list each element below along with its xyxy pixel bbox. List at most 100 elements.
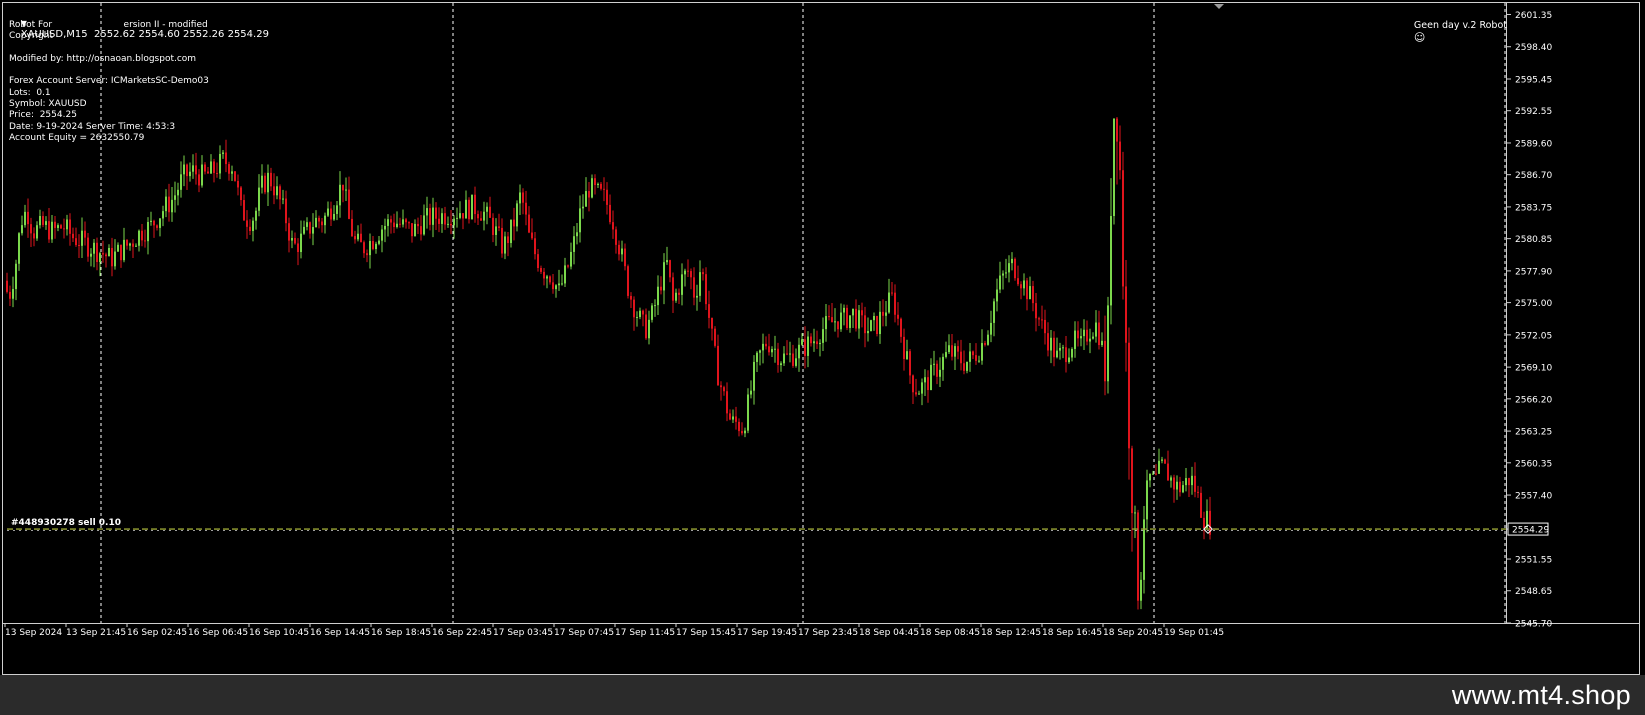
candle-body [1014,258,1016,279]
candle-body [1149,473,1151,481]
candle-body [1137,512,1139,601]
candle-body [834,321,836,323]
candle-body [66,219,68,230]
candle-body [666,260,668,263]
y-tick-label: 2566.20 [1515,395,1552,405]
candle-body [669,260,671,278]
candle-body [603,188,605,190]
candle-body [1128,342,1130,449]
candle-body [501,227,503,254]
candle-body [1188,478,1190,486]
chart-shift-marker-icon[interactable] [1214,4,1224,9]
price-chart[interactable]: 2601.35 2598.40 2595.45 2592.55 2589.60 2586.… [3,3,1639,674]
candle-body [273,186,275,196]
candle-body [759,350,761,353]
candle-body [645,314,647,339]
candle-body [291,237,293,241]
candle-body [1071,348,1073,358]
candle-body [408,222,410,224]
candle-body [855,308,857,329]
candle-body [366,253,368,256]
candle-body [405,219,407,223]
y-tick-label: 2598.40 [1515,43,1552,53]
candle-body [1113,118,1115,217]
candle-body [1107,305,1109,382]
candle-body [390,219,392,223]
candle-body [132,243,134,247]
candle-body [570,251,572,267]
candle-body [936,363,938,377]
candle-body [1050,337,1052,351]
robot-label[interactable]: Geen day v.2 Robot ☺ [1402,9,1507,55]
candle-body [621,248,623,255]
candle-body [1062,347,1064,349]
candle-body [1194,475,1196,492]
candle-body [1023,280,1025,289]
candle-body [372,241,374,250]
candle-body [801,339,803,345]
candle-body [1089,338,1091,342]
order-line-label[interactable]: #448930278 sell 0.10 [11,518,121,528]
candle-body [708,304,710,318]
watermark-text: www.mt4.shop [1451,680,1631,710]
y-tick-label: 2580.85 [1515,235,1552,245]
candle-body [426,208,428,216]
candle-body [204,164,206,172]
candle-body [1032,286,1034,304]
candle-body [1104,340,1106,382]
candle-body [702,272,704,275]
candle-body [543,271,545,279]
grid-layer [100,3,1506,623]
candle-body [567,265,569,267]
candle-body [117,244,119,252]
candle-body [354,236,356,240]
candle-body [228,164,230,174]
candle-body [189,171,191,177]
candle-body [105,254,107,257]
candle-body [966,361,968,371]
candle-body [1200,492,1202,518]
candle-body [576,232,578,237]
candle-body [1041,319,1043,321]
candle-body [1005,272,1007,274]
candle-body [138,230,140,246]
candle-body [30,224,32,234]
candle-body [9,291,11,299]
candle-body [852,308,854,316]
candle-body [255,210,257,221]
candle-body [675,292,677,301]
candle-body [276,186,278,196]
candle-body [984,343,986,345]
candle-body [528,214,530,233]
candle-body [630,295,632,300]
candle-body [1092,336,1094,339]
candle-body [282,198,284,200]
candle-body [144,240,146,242]
y-tick-label: 2575.00 [1515,299,1552,309]
x-tick-label: 17 Sep 07:45 [554,628,614,638]
candle-body [699,272,701,296]
candle-body [444,213,446,225]
candle-body [420,226,422,235]
candle-body [147,221,149,242]
candle-body [357,233,359,240]
candle-body [39,216,41,226]
candle-body [1167,463,1169,481]
x-tick-label: 17 Sep 15:45 [676,628,736,638]
candle-body [564,265,566,284]
candle-body [588,191,590,198]
candle-body [1038,318,1040,320]
candle-body [459,213,461,218]
candle-body [861,310,863,316]
x-tick-label: 18 Sep 12:45 [981,628,1041,638]
candle-body [771,349,773,353]
candle-body [546,276,548,279]
candle-body [270,172,272,187]
candle-body [24,211,26,226]
candle-body [375,243,377,250]
candle-body [915,392,917,395]
current-price-label: 2554.29 [1512,526,1549,536]
candle-body [423,215,425,235]
candle-body [309,222,311,234]
candle-body [786,353,788,355]
